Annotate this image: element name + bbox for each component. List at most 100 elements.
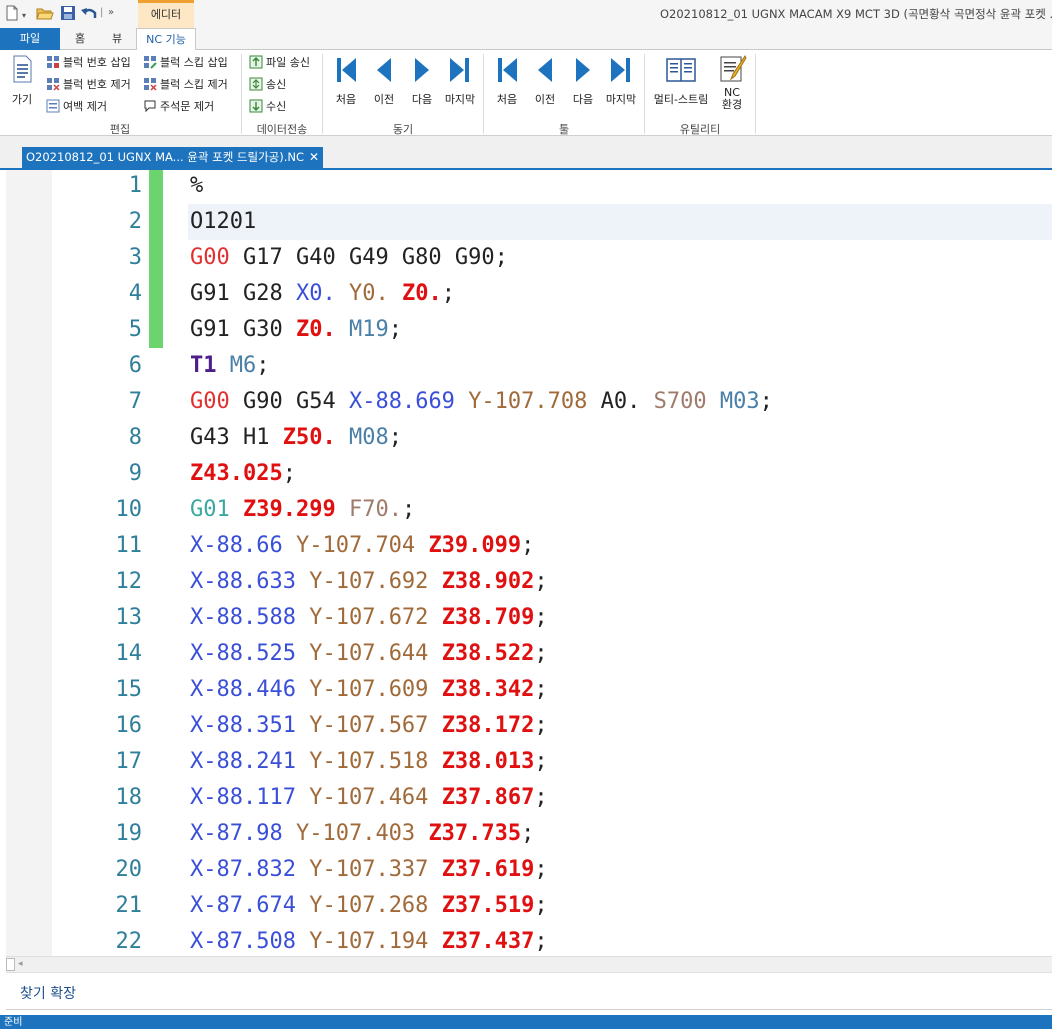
send-file-button[interactable]: 파일 송신 <box>249 54 310 72</box>
code-token: G90 G54 <box>229 389 349 414</box>
code-line[interactable]: 3 G00 G17 G40 G49 G80 G90; <box>6 240 1052 276</box>
code-line[interactable]: 15 X-88.446 Y-107.609 Z38.342; <box>6 672 1052 708</box>
code-text: G01 Z39.299 F70.; <box>190 492 415 528</box>
send-button[interactable]: 송신 <box>249 76 286 94</box>
tool-last-button[interactable]: 마지막 <box>601 56 641 107</box>
tab-nc-functions[interactable]: NC 기능 <box>136 28 196 50</box>
code-line[interactable]: 22 X-87.508 Y-107.194 Z37.437; <box>6 924 1052 956</box>
scrollbar-thumb[interactable] <box>6 958 15 971</box>
insert-block-number-button[interactable]: 블럭 번호 삽입 <box>46 54 131 72</box>
code-text: X-87.508 Y-107.194 Z37.437; <box>190 924 548 956</box>
code-line[interactable]: 18 X-88.117 Y-107.464 Z37.867; <box>6 780 1052 816</box>
redo-disabled-icon: | <box>100 7 104 18</box>
code-line[interactable]: 13 X-88.588 Y-107.672 Z38.709; <box>6 600 1052 636</box>
code-line[interactable]: 2 O1201 <box>6 204 1052 240</box>
code-token: O1201 <box>190 209 257 234</box>
tool-next-button[interactable]: 다음 <box>563 56 603 107</box>
tab-file[interactable]: 파일 <box>0 28 60 50</box>
code-token: G91 G28 <box>190 281 296 306</box>
code-token: X-87.832 <box>190 857 296 882</box>
dropdown-arrow-icon[interactable]: ▾ <box>22 8 26 24</box>
code-token: Y-107.704 <box>295 533 416 558</box>
tab-home[interactable]: 홈 <box>62 28 98 50</box>
line-number: 17 <box>115 749 143 774</box>
sync-group-label: 동기 <box>392 123 414 136</box>
tool-first-button[interactable]: 처음 <box>487 56 527 107</box>
utility-group-label: 유틸리티 <box>679 123 721 136</box>
horizontal-scrollbar[interactable]: ◂ <box>6 956 1052 972</box>
insert-block-skip-button[interactable]: 블럭 스킵 삽입 <box>143 54 228 72</box>
code-token: ; <box>388 317 402 342</box>
code-token: Y-107.337 <box>309 857 429 882</box>
undo-icon[interactable] <box>80 5 98 26</box>
code-line[interactable]: 9 Z43.025; <box>6 456 1052 492</box>
status-bar: 준비 <box>0 1015 1052 1029</box>
code-line[interactable]: 5 G91 G30 Z0. M19; <box>6 312 1052 348</box>
code-token: M03 <box>719 389 760 414</box>
remove-block-skip-button[interactable]: 블럭 스킵 제거 <box>143 76 228 94</box>
receive-button[interactable]: 수신 <box>249 98 286 116</box>
tool-next-label: 다음 <box>572 93 594 106</box>
document-tab[interactable]: O20210812_01 UGNX MA... 윤곽 포켓 드릴가공).NC ✕ <box>22 147 324 168</box>
sync-next-button[interactable]: 다음 <box>402 56 442 107</box>
code-line[interactable]: 20 X-87.832 Y-107.337 Z37.619; <box>6 852 1052 888</box>
remove-comment-button[interactable]: 주석문 제거 <box>143 98 214 116</box>
code-line[interactable]: 8 G43 H1 Z50. M08; <box>6 420 1052 456</box>
ribbon-tab-row: 파일 홈 뷰 NC 기능 <box>0 28 1052 50</box>
next-icon <box>571 58 595 87</box>
tab-view[interactable]: 뷰 <box>100 28 134 50</box>
code-token: ; <box>534 569 548 594</box>
code-token: M19 <box>348 317 389 342</box>
find-expand-link[interactable]: 찾기 확장 <box>20 983 76 1003</box>
code-line[interactable]: 4 G91 G28 X0. Y0. Z0.; <box>6 276 1052 312</box>
tool-prev-button[interactable]: 이전 <box>525 56 565 107</box>
code-token: M08 <box>348 425 389 450</box>
code-token: ; <box>534 677 548 702</box>
code-token: F70. <box>348 497 402 522</box>
code-token: Y-107.268 <box>309 893 429 918</box>
code-token: ; <box>534 605 548 630</box>
comment-remove-icon <box>143 99 157 113</box>
code-token: X-88.351 <box>190 713 296 738</box>
sync-prev-button[interactable]: 이전 <box>364 56 404 107</box>
remove-blank-button[interactable]: 여백 제거 <box>46 98 107 116</box>
find-bar[interactable]: 찾기 확장 <box>6 972 1052 1010</box>
status-text: 준비 <box>4 1017 23 1028</box>
scroll-left-icon[interactable]: ◂ <box>18 957 23 971</box>
editor-context-tab[interactable]: 에디터 <box>138 0 194 28</box>
code-text: X-88.117 Y-107.464 Z37.867; <box>190 780 548 816</box>
code-token: X-88.66 <box>190 533 283 558</box>
sync-first-button[interactable]: 처음 <box>326 56 366 107</box>
customize-qat-icon[interactable]: » <box>108 5 114 21</box>
code-line[interactable]: 10 G01 Z39.299 F70.; <box>6 492 1052 528</box>
code-line[interactable]: 14 X-88.525 Y-107.644 Z38.522; <box>6 636 1052 672</box>
code-text: X-87.674 Y-107.268 Z37.519; <box>190 888 548 924</box>
last-icon <box>448 58 472 87</box>
sync-last-button[interactable]: 마지막 <box>440 56 480 107</box>
code-token: Y-107.692 <box>309 569 429 594</box>
code-line[interactable]: 21 X-87.674 Y-107.268 Z37.519; <box>6 888 1052 924</box>
code-line[interactable]: 19 X-87.98 Y-107.403 Z37.735; <box>6 816 1052 852</box>
multi-stream-button[interactable]: 멀티-스트림 <box>650 56 712 107</box>
code-text: T1 M6; <box>190 348 270 384</box>
code-line[interactable]: 1% <box>6 170 1052 204</box>
remove-block-number-button[interactable]: 블럭 번호 제거 <box>46 76 131 94</box>
code-line[interactable]: 6 T1 M6; <box>6 348 1052 384</box>
code-line[interactable]: 16 X-88.351 Y-107.567 Z38.172; <box>6 708 1052 744</box>
save-icon[interactable] <box>60 5 76 26</box>
close-icon[interactable]: ✕ <box>309 150 319 164</box>
code-line[interactable]: 12 X-88.633 Y-107.692 Z38.902; <box>6 564 1052 600</box>
code-editor[interactable]: 1% 2 O1201 3 G00 G17 G40 G49 G80 G90; 4 G91 G2… <box>6 170 1052 956</box>
new-file-icon[interactable] <box>4 5 20 26</box>
code-line[interactable]: 11 X-88.66 Y-107.704 Z39.099; <box>6 528 1052 564</box>
code-text: G00 G17 G40 G49 G80 G90; <box>190 240 508 276</box>
code-token: ; <box>534 641 548 666</box>
code-line[interactable]: 7 G00 G90 G54 X-88.669 Y-107.708 A0. S700… <box>6 384 1052 420</box>
go-button[interactable]: 가기 <box>4 54 40 107</box>
nc-environment-button[interactable]: NC 환경 <box>712 54 752 111</box>
open-folder-icon[interactable] <box>36 5 54 26</box>
code-line[interactable]: 17 X-88.241 Y-107.518 Z38.013; <box>6 744 1052 780</box>
